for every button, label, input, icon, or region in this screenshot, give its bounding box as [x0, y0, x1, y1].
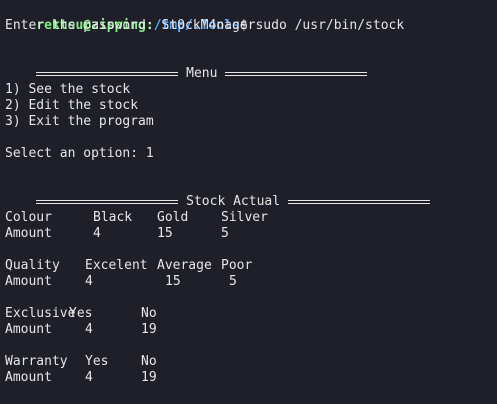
table-row: Quality Excelent Average Poor: [5, 258, 485, 274]
table-cell: Yes: [85, 354, 109, 369]
stock-rule-right: [287, 199, 430, 204]
table-cell: Amount: [5, 226, 52, 241]
table-row: Amount 4 19: [5, 322, 485, 338]
stock-title: Stock Actual: [186, 194, 281, 209]
table-cell: Exclusive: [5, 306, 76, 321]
menu-rule-left: [36, 71, 179, 76]
menu-item: 1) See the stock: [5, 82, 131, 97]
table-cell: 4: [85, 322, 93, 337]
stock-heading: Stock Actual: [5, 178, 430, 209]
table-cell: 19: [141, 370, 157, 385]
table-cell: 4: [93, 226, 101, 241]
table-row: Warranty Yes No: [5, 354, 485, 370]
prompt-command: sudo /usr/bin/stock: [247, 18, 405, 33]
table-cell: 19: [141, 322, 157, 337]
table-cell: Amount: [5, 370, 52, 385]
menu-item: 3) Exit the program: [5, 114, 154, 129]
menu-title: Menu: [186, 66, 218, 81]
table-cell: Poor: [221, 258, 253, 273]
table-cell: Quality: [5, 258, 60, 273]
table-cell: Black: [93, 210, 133, 225]
table-cell: Amount: [5, 274, 52, 289]
menu-item: 2) Edit the stock: [5, 98, 139, 113]
password-line: Enter the password: St0ckM4nager: [5, 18, 256, 33]
table-row: Amount 4 15 5: [5, 274, 485, 290]
table-cell: Yes: [69, 306, 93, 321]
table-cell: Amount: [5, 322, 52, 337]
table-cell: Average: [157, 258, 212, 273]
table-cell: Excelent: [85, 258, 148, 273]
table-cell: Silver: [221, 210, 268, 225]
table-cell: 5: [221, 226, 229, 241]
table-row: Colour Black Gold Silver: [5, 210, 485, 226]
table-row: Amount 4 19: [5, 370, 485, 386]
menu-rule-right: [225, 71, 368, 76]
table-cell: Gold: [157, 210, 189, 225]
select-option-line: Select an option: 1: [5, 146, 154, 161]
menu-heading: Menu: [5, 50, 368, 81]
table-cell: No: [141, 306, 157, 321]
table-cell: 4: [85, 370, 93, 385]
table-cell: No: [141, 354, 157, 369]
table-row: Exclusive Yes No: [5, 306, 485, 322]
table-cell: Warranty: [5, 354, 68, 369]
table-cell: 15: [165, 274, 181, 289]
table-cell: 4: [85, 274, 93, 289]
stock-rule-left: [36, 199, 179, 204]
table-cell: 15: [157, 226, 173, 241]
command-prompt-line: rektsu@zipping:/tmp/.Tools$ sudo /usr/bi…: [5, 2, 404, 33]
table-cell: Colour: [5, 210, 52, 225]
table-cell: 5: [229, 274, 237, 289]
terminal-window[interactable]: rektsu@zipping:/tmp/.Tools$ sudo /usr/bi…: [0, 0, 497, 404]
table-row: Amount 4 15 5: [5, 226, 485, 242]
